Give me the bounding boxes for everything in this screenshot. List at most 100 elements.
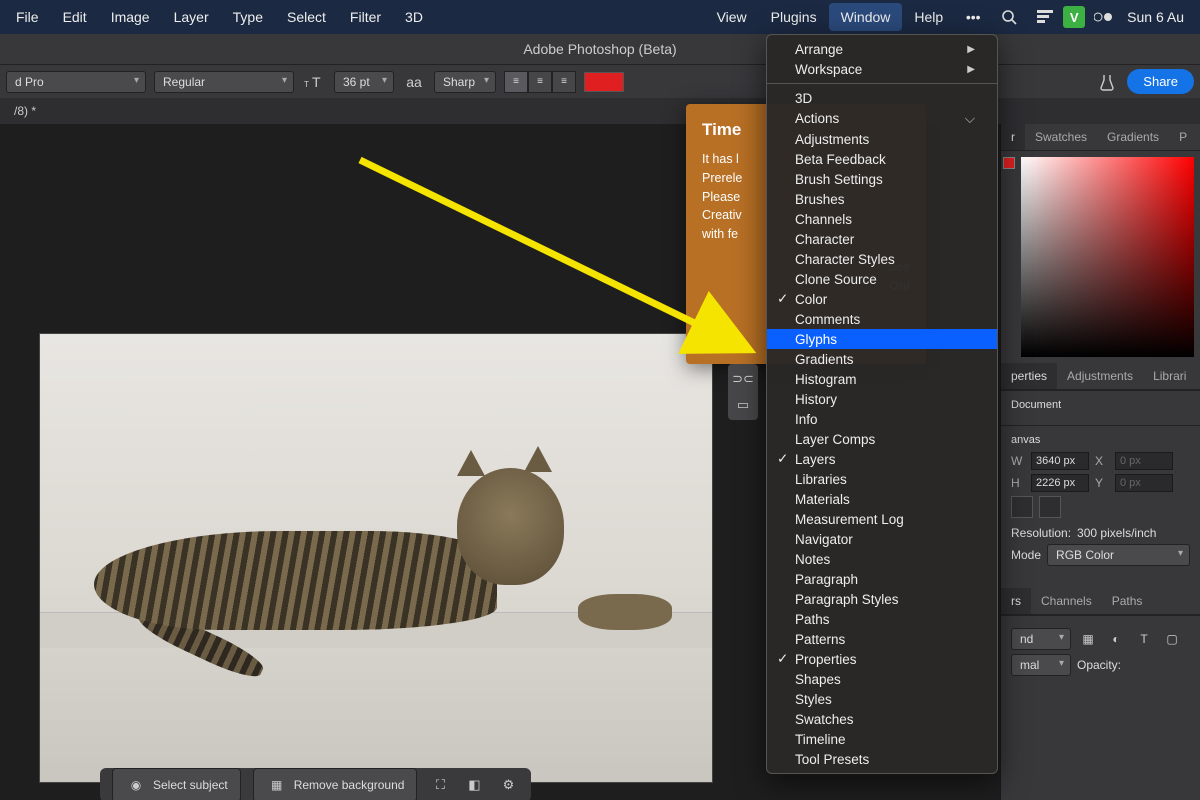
window-menu-item[interactable]: Channels [767, 209, 997, 229]
tab-swatches[interactable]: Swatches [1025, 124, 1097, 150]
menu-edit[interactable]: Edit [51, 3, 99, 31]
window-menu-item[interactable]: Materials [767, 489, 997, 509]
tab-libraries[interactable]: Librari [1143, 363, 1196, 389]
align-right-button[interactable]: ≡ [552, 71, 576, 93]
fg-color-swatch[interactable] [1003, 157, 1015, 169]
tab-paths[interactable]: Paths [1102, 588, 1153, 614]
window-menu-item[interactable]: Timeline [767, 729, 997, 749]
window-menu-item[interactable]: Info [767, 409, 997, 429]
color-picker[interactable] [1021, 157, 1194, 357]
window-menu-item[interactable]: Clone Source [767, 269, 997, 289]
filter-shape-icon[interactable]: ▢ [1161, 628, 1183, 650]
orientation-portrait-button[interactable] [1011, 496, 1033, 518]
font-style-dropdown[interactable]: Regular [154, 71, 294, 93]
more-icon[interactable]: ••• [961, 5, 985, 29]
window-menu-item[interactable]: Swatches [767, 709, 997, 729]
x-input[interactable] [1115, 452, 1173, 470]
window-menu-item[interactable]: ✓Layers [767, 449, 997, 469]
window-menu-item[interactable]: Patterns [767, 629, 997, 649]
window-menu-item[interactable]: Paragraph Styles [767, 589, 997, 609]
window-menu-item[interactable]: Measurement Log [767, 509, 997, 529]
window-menu-item[interactable]: Beta Feedback [767, 149, 997, 169]
window-menu-item[interactable]: ✓Properties [767, 649, 997, 669]
menubar-date[interactable]: Sun 6 Au [1121, 3, 1196, 31]
beaker-icon[interactable] [1095, 70, 1119, 94]
menu-plugins[interactable]: Plugins [759, 3, 829, 31]
window-menu-item[interactable]: Actions⌵ [767, 108, 997, 129]
text-color-swatch[interactable] [584, 72, 624, 92]
transform-icon[interactable]: ⛶ [429, 774, 451, 796]
tab-channels[interactable]: Channels [1031, 588, 1102, 614]
menu-3d[interactable]: 3D [393, 3, 435, 31]
window-menu-item[interactable]: Gradients [767, 349, 997, 369]
menu-image[interactable]: Image [99, 3, 162, 31]
window-menu-item[interactable]: Comments [767, 309, 997, 329]
menu-lines-icon[interactable] [1033, 5, 1057, 29]
control-center-icon[interactable] [1091, 5, 1115, 29]
antialias-dropdown[interactable]: Sharp [434, 71, 496, 93]
menu-view[interactable]: View [705, 3, 759, 31]
document-tab[interactable]: /8) * [4, 100, 46, 122]
window-menu-item[interactable]: Navigator [767, 529, 997, 549]
window-menu-item[interactable]: Tool Presets [767, 749, 997, 769]
menu-filter[interactable]: Filter [338, 3, 393, 31]
mode-dropdown[interactable]: RGB Color [1047, 544, 1190, 566]
window-menu-item[interactable]: Paths [767, 609, 997, 629]
select-subject-button[interactable]: ◉ Select subject [112, 768, 241, 800]
window-menu-item[interactable]: Workspace▶ [767, 59, 997, 79]
window-menu-item[interactable]: Character [767, 229, 997, 249]
window-menu-item[interactable]: Layer Comps [767, 429, 997, 449]
align-left-button[interactable]: ≡ [504, 71, 528, 93]
remove-background-button[interactable]: ▦ Remove background [253, 768, 418, 800]
height-input[interactable] [1031, 474, 1089, 492]
window-menu-item[interactable]: Shapes [767, 669, 997, 689]
menu-help[interactable]: Help [902, 3, 955, 31]
window-menu-item[interactable]: Character Styles [767, 249, 997, 269]
orientation-landscape-button[interactable] [1039, 496, 1061, 518]
menu-window[interactable]: Window [829, 3, 903, 31]
font-size-dropdown[interactable]: 36 pt [334, 71, 394, 93]
align-center-button[interactable]: ≡ [528, 71, 552, 93]
blend-mode-dropdown[interactable]: mal [1011, 654, 1071, 676]
width-input[interactable] [1031, 452, 1089, 470]
menu-layer[interactable]: Layer [162, 3, 221, 31]
tab-layers[interactable]: rs [1001, 588, 1031, 614]
menu-file[interactable]: File [4, 3, 51, 31]
y-input[interactable] [1115, 474, 1173, 492]
y-label: Y [1095, 476, 1109, 490]
filter-image-icon[interactable]: ▦ [1077, 628, 1099, 650]
tab-patterns[interactable]: P [1169, 124, 1197, 150]
layer-filter-dropdown[interactable]: nd [1011, 628, 1071, 650]
window-menu-item[interactable]: Styles [767, 689, 997, 709]
adjust-icon[interactable]: ⚙ [497, 774, 519, 796]
window-menu-item[interactable]: Adjustments [767, 129, 997, 149]
tab-gradients[interactable]: Gradients [1097, 124, 1169, 150]
window-menu-item[interactable]: Libraries [767, 469, 997, 489]
v-badge-icon[interactable]: V [1063, 6, 1085, 28]
tab-properties[interactable]: perties [1001, 363, 1057, 389]
text-align-group: ≡ ≡ ≡ [504, 71, 576, 93]
window-menu-item[interactable]: Brushes [767, 189, 997, 209]
font-family-dropdown[interactable]: d Pro [6, 71, 146, 93]
comment-tool-icon[interactable]: ▭ [732, 394, 754, 416]
window-menu-item[interactable]: Notes [767, 549, 997, 569]
share-button[interactable]: Share [1127, 69, 1194, 94]
filter-adjust-icon[interactable]: ◐ [1105, 628, 1127, 650]
magnet-tool-icon[interactable]: ⊃⊂ [732, 368, 754, 390]
flip-icon[interactable]: ◧ [463, 774, 485, 796]
menu-type[interactable]: Type [221, 3, 275, 31]
window-menu-item[interactable]: ✓Color [767, 289, 997, 309]
document-canvas[interactable] [40, 334, 712, 782]
window-menu-item[interactable]: Arrange▶ [767, 39, 997, 59]
window-menu-item[interactable]: Histogram [767, 369, 997, 389]
window-menu-item[interactable]: Paragraph [767, 569, 997, 589]
window-menu-item[interactable]: Brush Settings [767, 169, 997, 189]
window-menu-item[interactable]: Glyphs [767, 329, 997, 349]
menu-select[interactable]: Select [275, 3, 338, 31]
search-icon[interactable] [997, 5, 1021, 29]
tab-color[interactable]: r [1001, 124, 1025, 150]
window-menu-item[interactable]: History [767, 389, 997, 409]
tab-adjustments[interactable]: Adjustments [1057, 363, 1143, 389]
window-menu-item[interactable]: 3D [767, 88, 997, 108]
filter-type-icon[interactable]: T [1133, 628, 1155, 650]
